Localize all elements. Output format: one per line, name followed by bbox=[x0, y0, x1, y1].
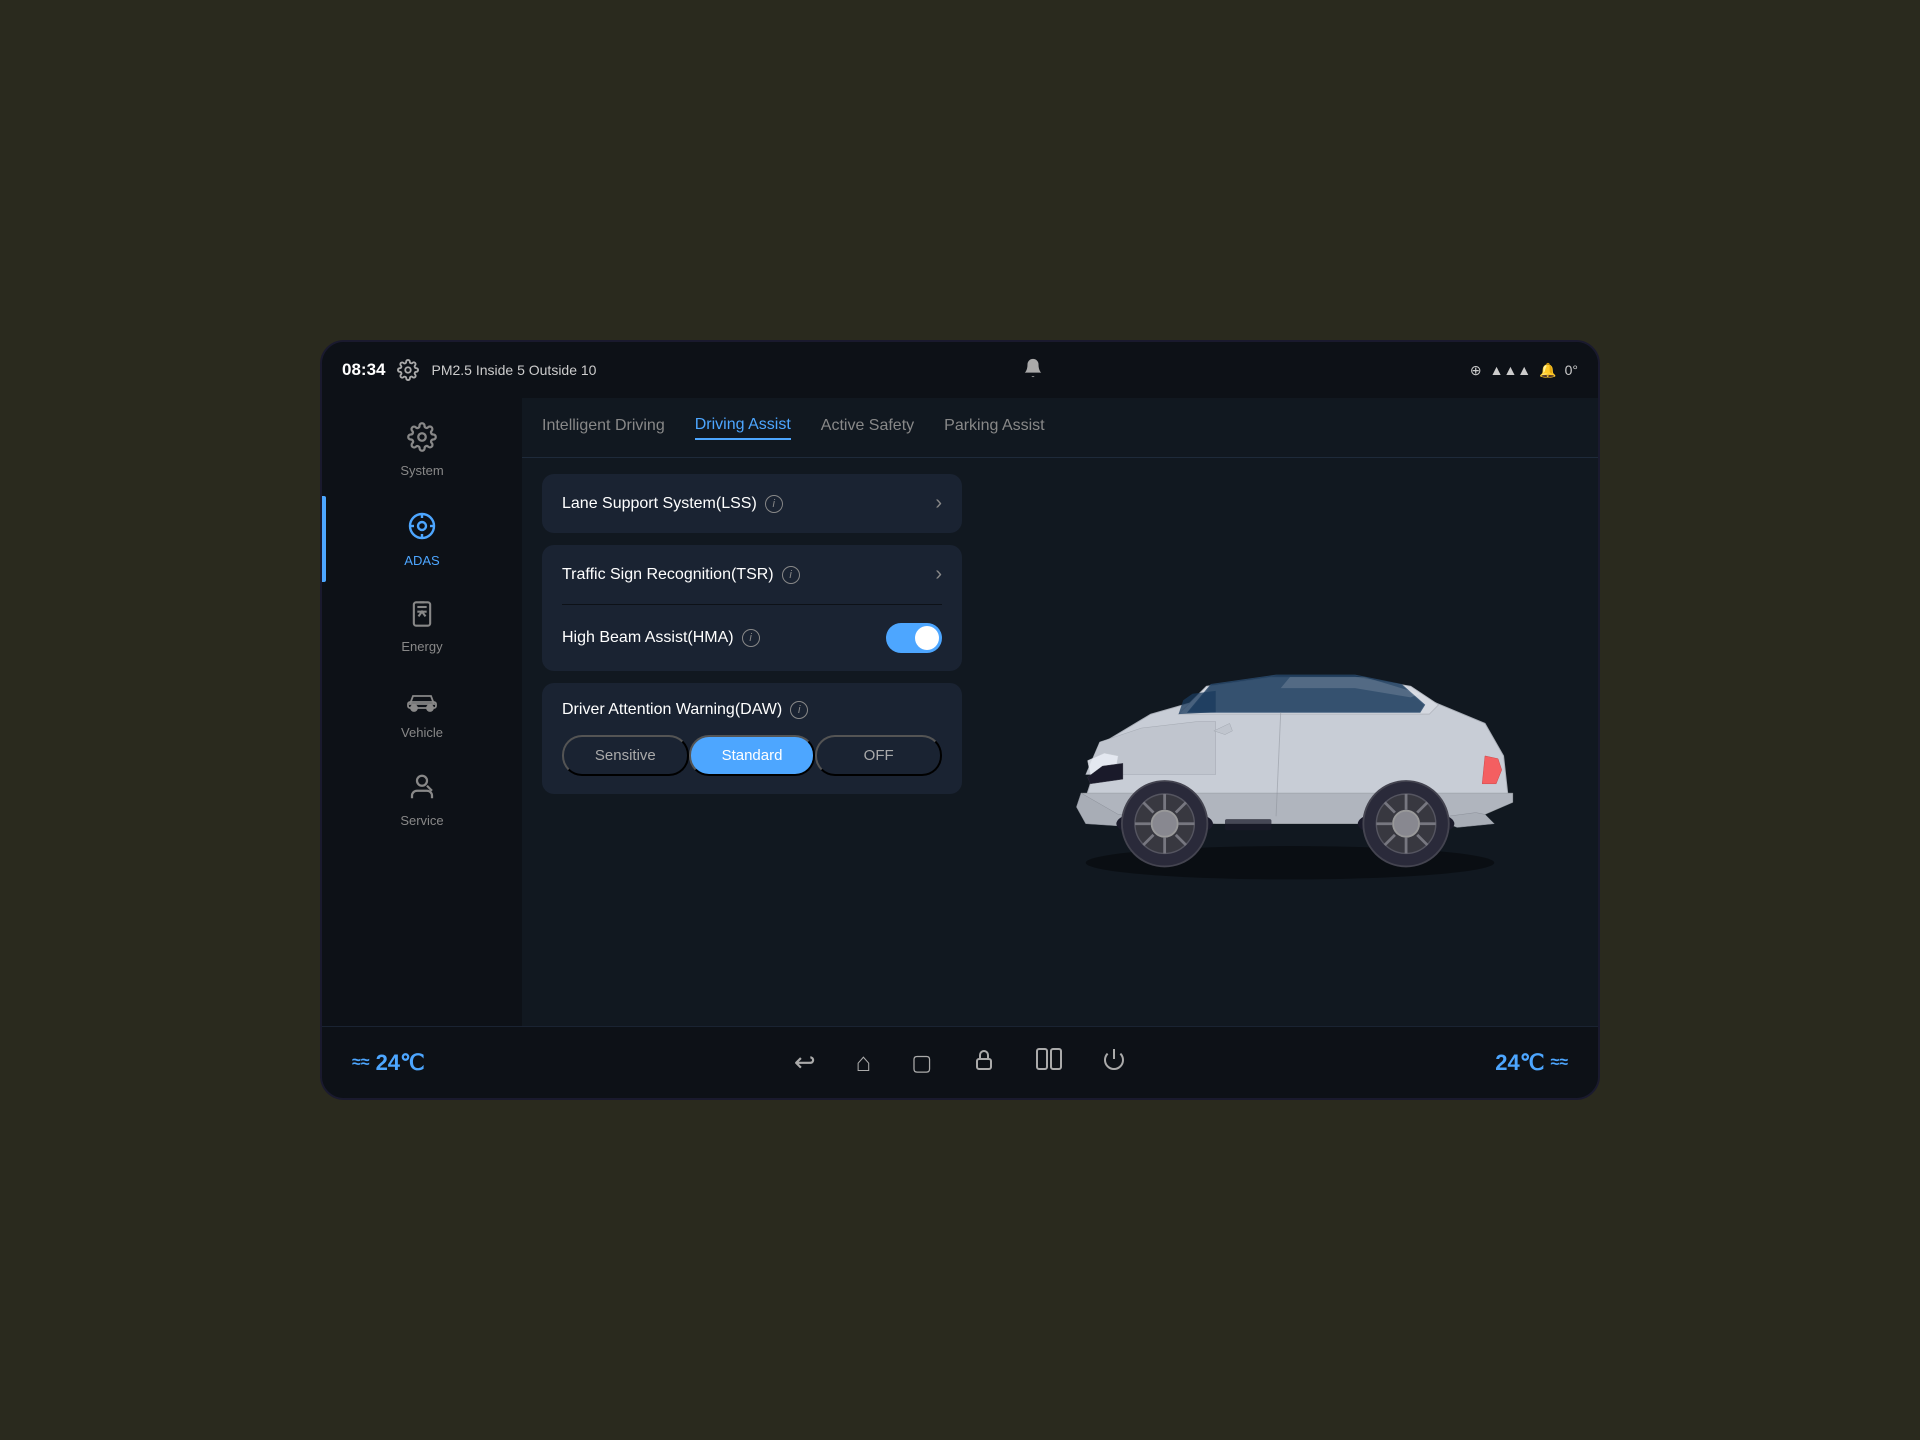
temp-value-left: 24℃ bbox=[376, 1050, 425, 1076]
content-panel: Intelligent Driving Driving Assist Activ… bbox=[522, 398, 1598, 1026]
home-nav-icon[interactable]: ⌂ bbox=[856, 1047, 872, 1078]
daw-info-icon[interactable]: i bbox=[790, 701, 808, 719]
lss-info-icon[interactable]: i bbox=[765, 495, 783, 513]
sidebar-item-adas[interactable]: ADAS bbox=[322, 496, 522, 582]
temp-value-right: 24℃ bbox=[1495, 1050, 1544, 1076]
tab-driving-assist[interactable]: Driving Assist bbox=[695, 416, 791, 440]
service-label: Service bbox=[400, 813, 443, 828]
main-area: System ADAS bbox=[322, 398, 1598, 1026]
tsr-title: Traffic Sign Recognition(TSR) i bbox=[562, 566, 800, 584]
car-image bbox=[1030, 592, 1550, 892]
vehicle-label: Vehicle bbox=[401, 725, 443, 740]
hma-info-icon[interactable]: i bbox=[742, 629, 760, 647]
energy-label: Energy bbox=[401, 639, 442, 654]
tab-parking-assist[interactable]: Parking Assist bbox=[944, 417, 1044, 439]
sidebar-item-vehicle[interactable]: Vehicle bbox=[322, 672, 522, 754]
temp-left: ≈≈ 24℃ bbox=[352, 1050, 425, 1076]
gps-icon: ⊕ bbox=[1470, 362, 1482, 379]
tsr-row: Traffic Sign Recognition(TSR) i › bbox=[542, 545, 962, 604]
sidebar-item-service[interactable]: Service bbox=[322, 758, 522, 842]
tab-intelligent-driving[interactable]: Intelligent Driving bbox=[542, 417, 665, 439]
back-nav-icon[interactable]: ↩ bbox=[794, 1047, 816, 1078]
lock-nav-icon[interactable] bbox=[972, 1048, 996, 1078]
system-icon bbox=[407, 422, 437, 457]
split-nav-icon[interactable] bbox=[1036, 1047, 1062, 1078]
temp-right: 24℃ ≈≈ bbox=[1495, 1050, 1568, 1076]
signal-icon: ▲▲▲ bbox=[1490, 362, 1532, 378]
tsr-chevron[interactable]: › bbox=[935, 563, 942, 586]
status-bar: 08:34 PM2.5 Inside 5 Outside 10 ⊕ ▲▲▲ 🔔 … bbox=[322, 342, 1598, 398]
bottom-nav: ↩ ⌂ ▢ bbox=[794, 1047, 1126, 1078]
bell-icon bbox=[1022, 357, 1044, 379]
tab-active-safety[interactable]: Active Safety bbox=[821, 417, 914, 439]
tsr-hma-card: Traffic Sign Recognition(TSR) i › High B… bbox=[542, 545, 962, 671]
status-right: ⊕ ▲▲▲ 🔔 0° bbox=[1470, 362, 1578, 379]
lss-card: Lane Support System(LSS) i › bbox=[542, 474, 962, 533]
status-center bbox=[1022, 357, 1044, 384]
daw-btn-sensitive[interactable]: Sensitive bbox=[562, 735, 689, 776]
sidebar: System ADAS bbox=[322, 398, 522, 1026]
alarm-icon: 🔔 bbox=[1539, 362, 1556, 379]
adas-label: ADAS bbox=[404, 553, 439, 568]
daw-btn-off[interactable]: OFF bbox=[815, 735, 942, 776]
daw-title: Driver Attention Warning(DAW) i bbox=[562, 701, 808, 719]
status-left: 08:34 PM2.5 Inside 5 Outside 10 bbox=[342, 359, 596, 381]
energy-icon bbox=[408, 600, 436, 633]
hma-toggle[interactable] bbox=[886, 623, 942, 653]
sidebar-item-energy[interactable]: Energy bbox=[322, 586, 522, 668]
pm25-label: PM2.5 Inside 5 Outside 10 bbox=[431, 362, 596, 378]
car-display-area bbox=[982, 458, 1598, 1026]
vehicle-icon bbox=[406, 686, 438, 719]
system-label: System bbox=[400, 463, 443, 478]
daw-btn-standard[interactable]: Standard bbox=[689, 735, 816, 776]
lss-chevron[interactable]: › bbox=[935, 492, 942, 515]
hma-title: High Beam Assist(HMA) i bbox=[562, 629, 760, 647]
sidebar-item-system[interactable]: System bbox=[322, 408, 522, 492]
daw-button-group: Sensitive Standard OFF bbox=[562, 735, 942, 776]
temp-wave-right: ≈≈ bbox=[1550, 1054, 1568, 1072]
settings-icon bbox=[397, 359, 419, 381]
settings-panel: Lane Support System(LSS) i › Traffic Sig… bbox=[522, 458, 982, 1026]
tsr-info-icon[interactable]: i bbox=[782, 566, 800, 584]
lss-title: Lane Support System(LSS) i bbox=[562, 495, 783, 513]
main-screen: 08:34 PM2.5 Inside 5 Outside 10 ⊕ ▲▲▲ 🔔 … bbox=[320, 340, 1600, 1100]
bottom-bar: ≈≈ 24℃ ↩ ⌂ ▢ bbox=[322, 1026, 1598, 1098]
adas-icon bbox=[406, 510, 438, 547]
recent-nav-icon[interactable]: ▢ bbox=[911, 1050, 932, 1076]
tab-bar: Intelligent Driving Driving Assist Activ… bbox=[522, 398, 1598, 458]
daw-card: Driver Attention Warning(DAW) i Sensitiv… bbox=[542, 683, 962, 794]
status-time: 08:34 bbox=[342, 360, 385, 380]
temp-status: 0° bbox=[1565, 362, 1578, 378]
service-icon bbox=[407, 772, 437, 807]
temp-wave-left: ≈≈ bbox=[352, 1054, 370, 1072]
hma-row: High Beam Assist(HMA) i bbox=[542, 605, 962, 671]
content-body: Lane Support System(LSS) i › Traffic Sig… bbox=[522, 458, 1598, 1026]
power-nav-icon[interactable] bbox=[1102, 1047, 1126, 1078]
